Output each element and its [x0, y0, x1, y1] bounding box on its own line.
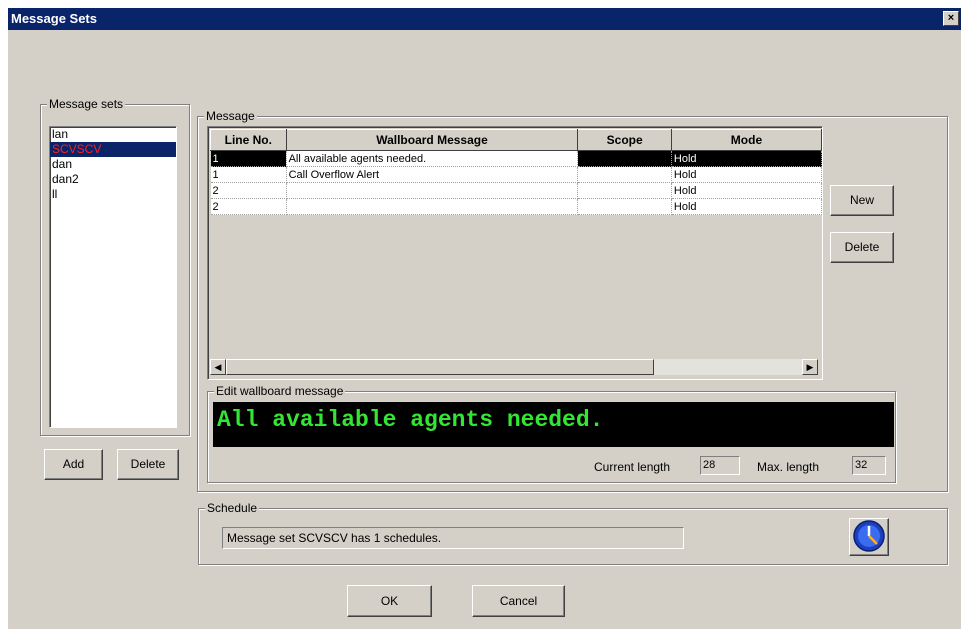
column-header[interactable]: Scope — [577, 129, 672, 151]
scroll-left-icon[interactable]: ◀ — [210, 359, 226, 375]
line-no-cell[interactable]: 2 — [210, 182, 287, 199]
scope-cell[interactable] — [577, 182, 672, 199]
list-item[interactable]: dan2 — [50, 172, 176, 187]
column-header[interactable]: Wallboard Message — [285, 129, 579, 151]
scroll-right-icon[interactable]: ▶ — [802, 359, 818, 375]
list-item[interactable]: ll — [50, 187, 176, 202]
message-sets-list[interactable]: lan SCVSCV dan dan2 ll — [49, 126, 177, 428]
title-bar: Message Sets × — [8, 8, 961, 30]
scope-cell[interactable] — [577, 198, 672, 215]
edit-wallboard-legend: Edit wallboard message — [214, 384, 346, 398]
close-button[interactable]: × — [943, 11, 959, 26]
message-table: Line No. Wallboard Message Scope Mode 1 … — [210, 129, 823, 215]
schedule-legend: Schedule — [205, 501, 260, 515]
message-cell[interactable] — [286, 198, 579, 215]
delete-set-button[interactable]: Delete — [117, 449, 179, 480]
new-message-button[interactable]: New — [830, 185, 894, 216]
mode-cell[interactable]: Hold — [671, 150, 823, 167]
add-set-button[interactable]: Add — [44, 449, 103, 480]
message-sets-legend: Message sets — [47, 97, 126, 111]
line-no-cell[interactable]: 2 — [210, 198, 287, 215]
delete-message-button[interactable]: Delete — [830, 232, 894, 263]
list-item[interactable]: lan — [50, 127, 176, 142]
horizontal-scrollbar[interactable]: ◀ ▶ — [210, 359, 818, 375]
message-sets-dialog: Message Sets × Message sets lan SCVSCV d… — [8, 8, 961, 629]
ok-button[interactable]: OK — [347, 585, 432, 617]
table-row[interactable]: 1 All available agents needed. Hold — [210, 150, 823, 167]
mode-cell[interactable]: Hold — [671, 198, 823, 215]
column-header[interactable]: Line No. — [210, 129, 287, 151]
message-cell[interactable] — [286, 182, 579, 199]
line-no-cell[interactable]: 1 — [210, 150, 287, 167]
scope-cell[interactable] — [577, 166, 672, 183]
clock-icon — [853, 520, 885, 552]
window-title: Message Sets — [11, 11, 97, 26]
mode-cell[interactable]: Hold — [671, 182, 823, 199]
cancel-button[interactable]: Cancel — [472, 585, 565, 617]
scope-cell[interactable] — [577, 150, 672, 167]
max-length-label: Max. length — [757, 460, 820, 474]
mode-cell[interactable]: Hold — [671, 166, 823, 183]
schedule-status-field: Message set SCVSCV has 1 schedules. — [222, 527, 684, 549]
column-header[interactable]: Mode — [670, 129, 823, 151]
wallboard-display[interactable]: All available agents needed. — [213, 402, 894, 447]
current-length-label: Current length — [594, 460, 671, 474]
message-legend: Message — [204, 109, 257, 123]
list-item-selected[interactable]: SCVSCV — [50, 142, 176, 157]
table-row[interactable]: 1 Call Overflow Alert Hold — [210, 166, 823, 183]
current-length-field: 28 — [700, 456, 740, 475]
table-row[interactable]: 2 Hold — [210, 182, 823, 199]
table-row[interactable]: 2 Hold — [210, 198, 823, 215]
message-cell[interactable]: Call Overflow Alert — [286, 166, 579, 183]
max-length-field: 32 — [852, 456, 886, 475]
line-no-cell[interactable]: 1 — [210, 166, 287, 183]
list-item[interactable]: dan — [50, 157, 176, 172]
message-cell[interactable]: All available agents needed. — [286, 150, 579, 167]
schedule-button[interactable] — [849, 518, 889, 556]
scrollbar-thumb[interactable] — [226, 359, 654, 375]
message-grid[interactable]: Line No. Wallboard Message Scope Mode 1 … — [207, 126, 823, 380]
